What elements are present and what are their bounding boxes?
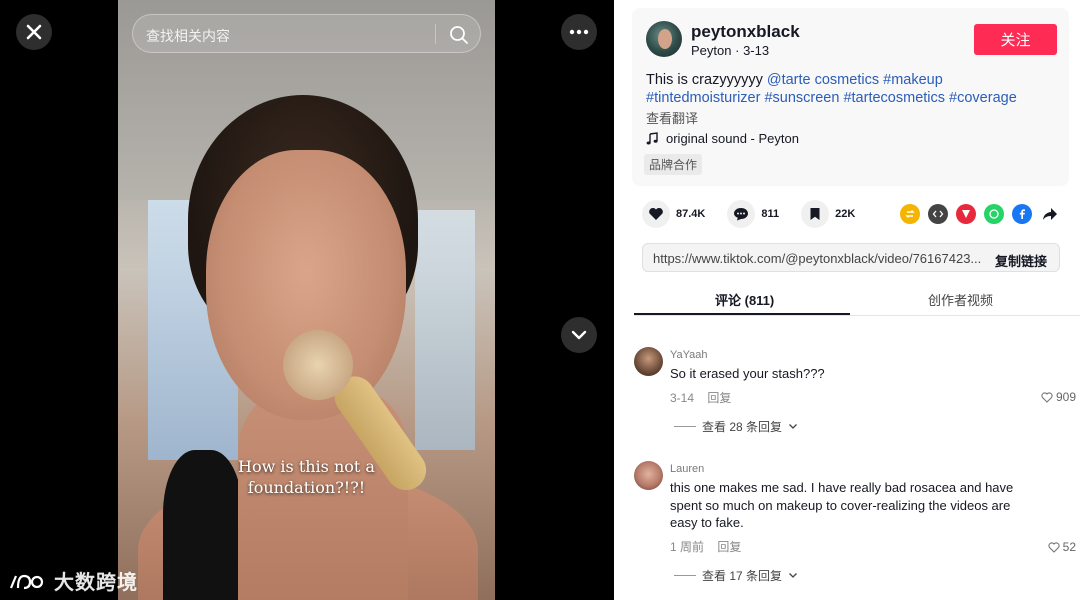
bookmark-icon	[801, 200, 830, 228]
like-stat[interactable]: 87.4K	[642, 200, 705, 228]
comment-stat[interactable]: 811	[727, 200, 779, 228]
heart-icon	[642, 200, 670, 228]
tab-creator-videos[interactable]: 创作者视频	[928, 290, 993, 309]
music-title: original sound - Peyton	[666, 131, 799, 146]
hashtag-sunscreen[interactable]: #sunscreen	[764, 90, 839, 106]
comment-like-count: 909	[1055, 390, 1076, 404]
comment-like[interactable]: 909	[1041, 390, 1076, 404]
facebook-icon[interactable]	[1012, 204, 1032, 224]
hashtag-coverage[interactable]: #coverage	[949, 90, 1017, 106]
comment-count: 811	[761, 208, 780, 220]
caption-line-1: How is this not a	[238, 457, 375, 476]
comment-icon	[727, 200, 756, 228]
comment-meta: 3-14 回复	[670, 389, 741, 406]
comment-text: this one makes me sad. I have really bad…	[670, 480, 1014, 530]
like-count: 87.4K	[676, 208, 706, 220]
panel-tabs: 评论 (811) 创作者视频	[634, 286, 1080, 316]
author-subline: Peyton · 3-13	[691, 43, 769, 58]
video-url[interactable]: https://www.tiktok.com/@peytonxblack/vid…	[653, 251, 983, 266]
embed-icon[interactable]	[928, 204, 948, 224]
chevron-down-icon	[789, 573, 797, 578]
tabs-divider	[634, 315, 1080, 316]
commenter-name[interactable]: YaYaah	[670, 349, 708, 361]
watermark-logo-icon	[9, 574, 44, 589]
commenter-name[interactable]: Lauren	[670, 463, 704, 475]
save-count: 22K	[835, 208, 856, 220]
video-player: How is this not a foundation?!?! 查找相关内容 …	[0, 0, 614, 600]
author-display-name: Peyton	[691, 43, 732, 58]
chevron-down-icon	[789, 424, 797, 429]
view-replies-button[interactable]: 查看 17 条回复	[674, 567, 798, 584]
close-icon	[26, 24, 42, 40]
view-replies-button[interactable]: 查看 28 条回复	[674, 418, 798, 435]
view-replies-label: 查看 17 条回复	[702, 569, 783, 583]
replies-line	[674, 426, 696, 427]
share-arrow-icon[interactable]	[1040, 204, 1060, 224]
heart-outline-icon	[1041, 391, 1053, 403]
video-caption: How is this not a foundation?!?!	[118, 456, 495, 498]
watermark: 大数跨境	[8, 566, 138, 595]
send-icon[interactable]	[956, 204, 976, 224]
video-brush	[283, 330, 353, 400]
translate-link[interactable]: 查看翻译	[646, 108, 698, 127]
dot-separator: ·	[735, 43, 744, 58]
chevron-down-icon	[571, 330, 587, 340]
hashtag-tintedmoisturizer[interactable]: #tintedmoisturizer	[646, 90, 760, 106]
save-stat[interactable]: 22K	[801, 200, 855, 228]
details-panel: peytonxblack Peyton · 3-13 关注 This is cr…	[614, 0, 1080, 600]
comment-like-count: 52	[1062, 540, 1076, 554]
share-icons	[900, 204, 1060, 224]
comment-like[interactable]: 52	[1048, 540, 1076, 554]
post-description: This is crazyyyyyy @tarte cosmetics #mak…	[646, 71, 1056, 107]
copy-link-button[interactable]: 复制链接	[995, 251, 1047, 270]
view-replies-label: 查看 28 条回复	[702, 420, 783, 434]
reply-button[interactable]: 回复	[717, 540, 741, 554]
comment-text: So it erased your stash???	[670, 366, 825, 381]
comment-date: 1 周前	[670, 540, 705, 554]
video-window-right	[415, 210, 475, 450]
author-username[interactable]: peytonxblack	[691, 22, 800, 42]
hashtag-makeup[interactable]: #makeup	[883, 72, 943, 88]
repost-icon[interactable]	[900, 204, 920, 224]
brand-collab-badge: 品牌合作	[644, 154, 703, 175]
heart-outline-icon	[1048, 541, 1060, 553]
comment-item: Lauren this one makes me sad. I have rea…	[634, 461, 1080, 591]
post-card: peytonxblack Peyton · 3-13 关注 This is cr…	[632, 8, 1069, 186]
comment-date: 3-14	[670, 391, 695, 405]
close-button[interactable]	[16, 14, 52, 50]
comment-item: YaYaah So it erased your stash??? 3-14 回…	[634, 347, 1080, 443]
active-tab-indicator	[634, 313, 850, 315]
more-icon	[569, 29, 589, 35]
follow-button[interactable]: 关注	[974, 24, 1057, 55]
music-link[interactable]: original sound - Peyton	[646, 131, 799, 146]
next-video-button[interactable]	[561, 317, 597, 353]
replies-line	[674, 575, 696, 576]
hashtag-tartecosmetics[interactable]: #tartecosmetics	[843, 90, 945, 106]
comment-meta: 1 周前 回复	[670, 538, 751, 555]
search-input[interactable]: 查找相关内容	[132, 14, 481, 53]
engagement-stats: 87.4K 811 22K	[642, 200, 877, 228]
caption-line-2: foundation?!?!	[247, 478, 366, 497]
watermark-text: 大数跨境	[54, 572, 138, 594]
mention-tarte[interactable]: @tarte cosmetics	[767, 72, 879, 88]
tab-comments[interactable]: 评论 (811)	[715, 290, 774, 309]
video-link-field[interactable]: https://www.tiktok.com/@peytonxblack/vid…	[642, 243, 1060, 272]
search-placeholder: 查找相关内容	[146, 28, 230, 44]
reply-button[interactable]: 回复	[707, 391, 731, 405]
author-avatar[interactable]	[646, 21, 682, 57]
more-options-button[interactable]	[561, 14, 597, 50]
search-divider	[435, 24, 436, 44]
commenter-avatar[interactable]	[634, 347, 663, 376]
music-note-icon	[646, 132, 658, 145]
commenter-avatar[interactable]	[634, 461, 663, 490]
video-frame[interactable]	[118, 0, 495, 600]
whatsapp-icon[interactable]	[984, 204, 1004, 224]
search-icon[interactable]	[448, 24, 470, 46]
post-date: 3-13	[743, 43, 770, 58]
post-text: This is crazyyyyyy	[646, 72, 763, 88]
